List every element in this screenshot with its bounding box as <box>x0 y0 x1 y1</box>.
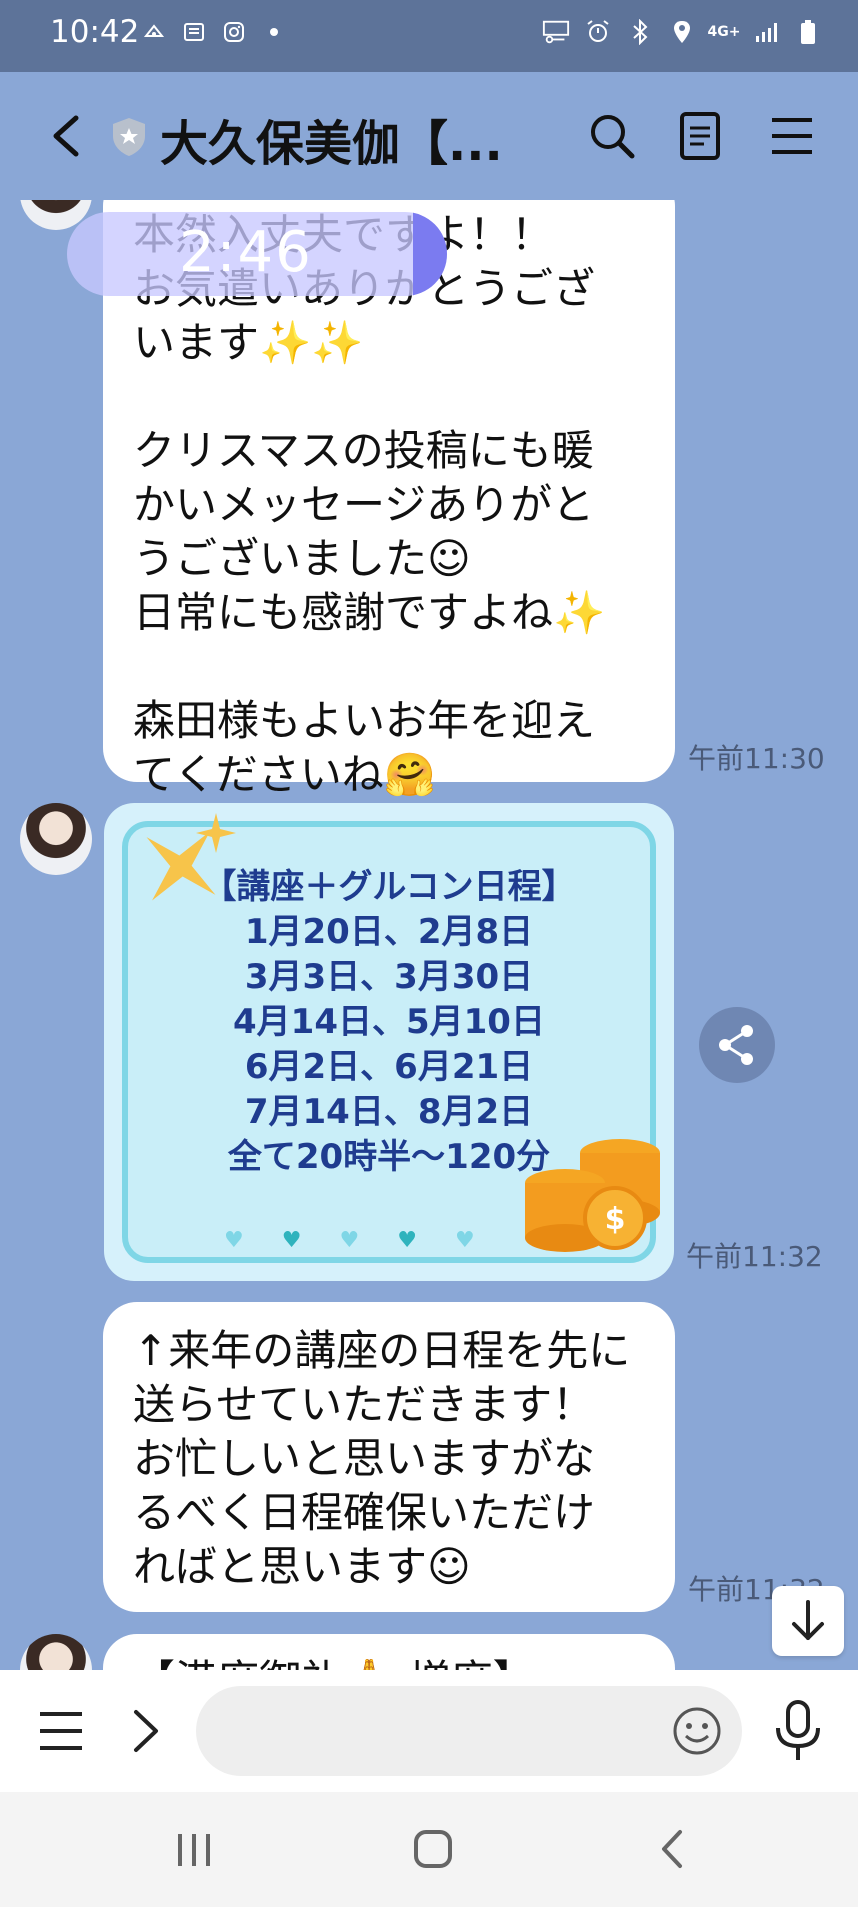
heart-icon: ♥ <box>224 1228 244 1253</box>
heart-icon: ♥ <box>281 1228 302 1253</box>
chat-title[interactable]: 大久保美伽【... <box>160 104 503 174</box>
message-line: てくださいね🤗 <box>133 750 437 799</box>
message-time: 午前11:32 <box>686 1240 823 1273</box>
schedule-image[interactable]: 【講座＋グルコン日程】 1月20日、2月8日 3月3日、3月30日 4月14日、… <box>104 803 674 1281</box>
heart-decorations: ♥ ♥ ♥ ♥ ♥ <box>224 1228 475 1253</box>
home-icon[interactable] <box>410 1826 456 1876</box>
notes-icon[interactable] <box>672 108 728 164</box>
heart-icon: ♥ <box>339 1228 360 1253</box>
message-line: かいメッセージありがと <box>133 480 595 529</box>
location-icon <box>668 18 696 46</box>
share-icon <box>719 1025 753 1065</box>
arrow-down-icon <box>792 1600 824 1640</box>
signal-icon <box>752 18 780 46</box>
status-left-icons <box>140 18 288 46</box>
message-time: 午前11:30 <box>688 742 825 775</box>
message-spacer <box>133 370 645 424</box>
message-line: お忙しいと思いますがな <box>133 1434 596 1483</box>
instagram-icon <box>220 18 248 46</box>
status-time: 10:42 <box>50 14 140 50</box>
message-line: うございました☺ <box>133 534 471 583</box>
search-icon[interactable] <box>584 108 640 164</box>
message-line: クリスマスの投稿にも暖 <box>133 426 594 475</box>
schedule-row: 3月3日、3月30日 <box>244 957 534 997</box>
message-input[interactable] <box>196 1686 742 1776</box>
share-button[interactable] <box>699 1007 775 1083</box>
message-line: います✨✨ <box>133 318 364 367</box>
message-line: 森田様もよいお年を迎え <box>133 696 596 745</box>
system-nav-bar <box>0 1792 858 1907</box>
avatar[interactable] <box>20 803 92 875</box>
mic-icon[interactable] <box>772 1698 824 1768</box>
back-icon[interactable] <box>652 1826 692 1876</box>
message-line: ↑来年の講座の日程を先に <box>133 1326 631 1375</box>
message-bubble[interactable]: 【満席御礼🙏 増席】 <box>103 1634 675 1670</box>
status-bar: 10:42 4G+ <box>0 0 858 72</box>
cloud-notify-icon <box>140 18 168 46</box>
shield-icon <box>110 116 148 158</box>
heart-icon: ♥ <box>397 1228 417 1253</box>
4g-icon: 4G+ <box>707 24 741 40</box>
message-line: 送らせていただきます！ <box>133 1380 595 1429</box>
back-icon[interactable] <box>40 106 96 166</box>
message-spacer <box>133 640 645 694</box>
svg-text:$: $ <box>605 1202 626 1237</box>
timer-text: 2:46 <box>179 220 313 285</box>
bluetooth-icon <box>626 18 654 46</box>
alarm-icon <box>584 18 612 46</box>
message-line: るべく日程確保いただけ <box>133 1488 596 1537</box>
timer-overlay[interactable]: 2:46 <box>67 212 447 296</box>
message-line: 日常にも感謝ですよね✨ <box>133 588 606 637</box>
message-bubble[interactable]: ↑来年の講座の日程を先に 送らせていただきます！ お忙しいと思いますがな るべく… <box>103 1302 675 1612</box>
heart-icon: ♥ <box>454 1228 475 1253</box>
menu-icon[interactable] <box>36 1708 86 1758</box>
battery-icon <box>794 18 822 46</box>
dot-icon <box>260 18 288 46</box>
chat-area[interactable]: 本然入丈夫ですよ！！ お気遣いありがとうござ います✨✨ クリスマスの投稿にも暖… <box>0 200 858 1670</box>
avatar[interactable] <box>20 1634 92 1670</box>
schedule-row: 4月14日、5月10日 <box>233 1002 545 1042</box>
message-composer <box>0 1670 858 1792</box>
message-line: 【満席御礼🙏 増席】 <box>133 1654 645 1670</box>
expand-icon[interactable] <box>126 1704 166 1762</box>
schedule-row: 6月2日、6月21日 <box>244 1047 534 1087</box>
recent-apps-icon[interactable] <box>172 1828 216 1876</box>
chat-header: 大久保美伽【... <box>0 72 858 200</box>
news-icon <box>180 18 208 46</box>
timer-handle[interactable] <box>413 212 447 296</box>
menu-icon[interactable] <box>764 108 820 164</box>
schedule-row: 1月20日、2月8日 <box>244 912 534 952</box>
emoji-icon[interactable] <box>670 1704 724 1762</box>
status-right-icons: 4G+ <box>542 18 822 46</box>
screen-key-icon <box>542 18 570 46</box>
message-line: ればと思います☺ <box>133 1542 471 1591</box>
coins-icon: $ <box>525 1139 660 1252</box>
scroll-to-bottom-button[interactable] <box>772 1586 844 1656</box>
schedule-heading: 【講座＋グルコン日程】 <box>202 867 576 907</box>
